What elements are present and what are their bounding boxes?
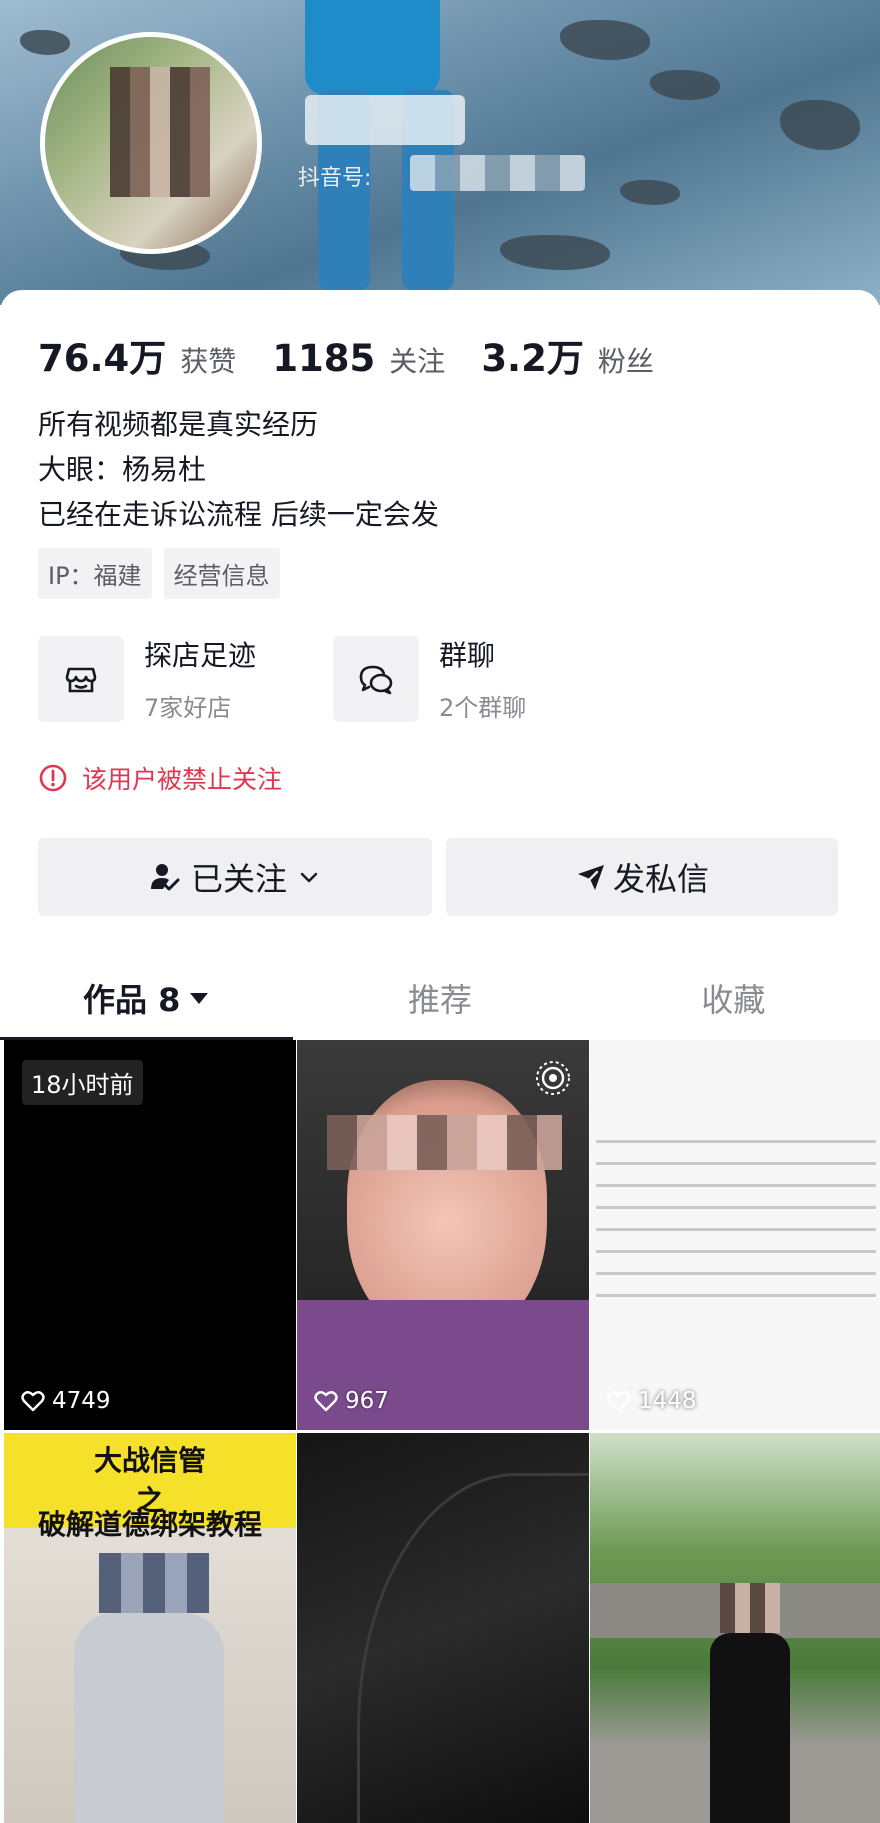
heart-icon [607, 1391, 631, 1412]
banner-rock [650, 70, 720, 100]
text-line [596, 1228, 876, 1231]
group-chat-title: 群聊 [439, 639, 496, 672]
caret-down-icon [190, 993, 209, 1004]
business-info-tag[interactable]: 经营信息 [163, 548, 280, 599]
text-line [596, 1272, 876, 1275]
follow-banned-text: 该用户被禁止关注 [82, 765, 283, 794]
like-count-text: 1448 [638, 1388, 697, 1414]
thumbnail-person [74, 1613, 224, 1823]
tab-favorites[interactable]: 收藏 [587, 960, 880, 1036]
video-thumbnail[interactable]: 1448 [590, 1040, 880, 1430]
followed-button[interactable]: 已关注 [38, 838, 432, 916]
shop-visits-title: 探店足迹 [144, 639, 257, 672]
tab-favorites-label: 收藏 [701, 981, 766, 1019]
send-message-button[interactable]: 发私信 [446, 838, 838, 916]
shop-visits-count: 7家好店 [144, 694, 232, 722]
like-count-text: 967 [345, 1388, 389, 1414]
profile-tags: IP：福建 经营信息 [38, 548, 280, 599]
bio: 所有视频都是真实经历 大眼：杨易杜 已经在走诉讼流程 后续一定会发 [38, 402, 439, 537]
heart-icon [21, 1391, 45, 1412]
banner-person-jacket [305, 0, 440, 95]
following-count[interactable]: 1185 [272, 337, 375, 380]
text-line [596, 1184, 876, 1187]
ip-location-tag: IP：福建 [38, 548, 152, 599]
douyin-id-blurred[interactable] [410, 155, 585, 191]
video-like-count: 4749 [20, 1388, 111, 1414]
like-count-text: 4749 [52, 1388, 111, 1414]
banner-rock [500, 235, 610, 270]
tab-works-label: 作品 8 [82, 981, 181, 1019]
followed-label: 已关注 [190, 860, 287, 898]
text-line [596, 1294, 876, 1297]
thumbnail-mosaic [720, 1583, 780, 1633]
video-thumbnail[interactable] [590, 1433, 880, 1823]
chat-bubbles-icon [333, 635, 419, 722]
heart-icon [314, 1391, 338, 1412]
video-time-badge: 18小时前 [22, 1060, 143, 1105]
bio-line: 所有视频都是真实经历 [38, 408, 319, 441]
text-line [596, 1206, 876, 1209]
text-line [596, 1162, 876, 1165]
alert-circle-icon [39, 764, 67, 792]
followers-count[interactable]: 3.2万 [481, 328, 584, 382]
tab-recommend-label: 推荐 [407, 981, 472, 1019]
avatar-mosaic [110, 67, 210, 197]
bio-line: 大眼：杨易杜 [38, 453, 207, 486]
thumbnail-person [710, 1633, 790, 1823]
video-thumbnail[interactable] [297, 1433, 589, 1823]
video-like-count: 967 [313, 1388, 389, 1414]
group-chat-entry[interactable]: 群聊 2个群聊 [333, 634, 526, 723]
group-chat-count: 2个群聊 [439, 694, 527, 722]
send-message-label: 发私信 [612, 860, 709, 898]
bio-line: 已经在走诉讼流程 后续一定会发 [38, 498, 439, 531]
shop-visits-entry[interactable]: 探店足迹 7家好店 [38, 634, 256, 723]
video-like-count: 1448 [606, 1388, 697, 1414]
avatar[interactable] [40, 32, 262, 254]
user-check-icon [150, 864, 180, 891]
text-line [596, 1250, 876, 1253]
thumbnail-title-line: 大战信管 [93, 1444, 206, 1477]
thumbnail-seat [357, 1473, 589, 1823]
tab-works[interactable]: 作品 8 [0, 960, 294, 1040]
banner-rock [620, 180, 680, 205]
stats-row: 76.4万 获赞 1185 关注 3.2万 粉丝 [38, 328, 690, 382]
video-thumbnail[interactable]: 大战信管 之 破解道德绑架教程 [4, 1433, 296, 1823]
username-blurred [305, 95, 465, 145]
followers-label[interactable]: 粉丝 [598, 340, 654, 380]
tab-recommend[interactable]: 推荐 [293, 960, 586, 1036]
shop-icon [38, 635, 124, 722]
following-label[interactable]: 关注 [389, 340, 445, 380]
thumbnail-mosaic [327, 1115, 562, 1170]
thumbnail-mosaic [99, 1553, 209, 1613]
follow-banned-notice: 该用户被禁止关注 [38, 760, 282, 796]
chevron-down-icon [300, 872, 318, 883]
send-plane-icon [577, 865, 604, 890]
content-tabs: 作品 8 推荐 收藏 [0, 960, 880, 1040]
likes-count: 76.4万 [38, 337, 167, 380]
text-line [596, 1140, 876, 1143]
banner-rock [20, 30, 70, 55]
video-thumbnail[interactable]: 18小时前 4749 [4, 1040, 296, 1430]
video-thumbnail[interactable]: 967 [297, 1040, 589, 1430]
banner-rock [560, 20, 650, 60]
douyin-id-label: 抖音号: [298, 166, 372, 191]
thumbnail-title-line: 破解道德绑架教程 [37, 1508, 262, 1541]
banner-rock [780, 100, 860, 150]
video-grid: 18小时前 4749 967 1448 大战信管 之 破解道德绑架教程 [4, 1040, 880, 1823]
live-photo-icon [536, 1061, 570, 1095]
likes-label: 获赞 [180, 345, 237, 378]
